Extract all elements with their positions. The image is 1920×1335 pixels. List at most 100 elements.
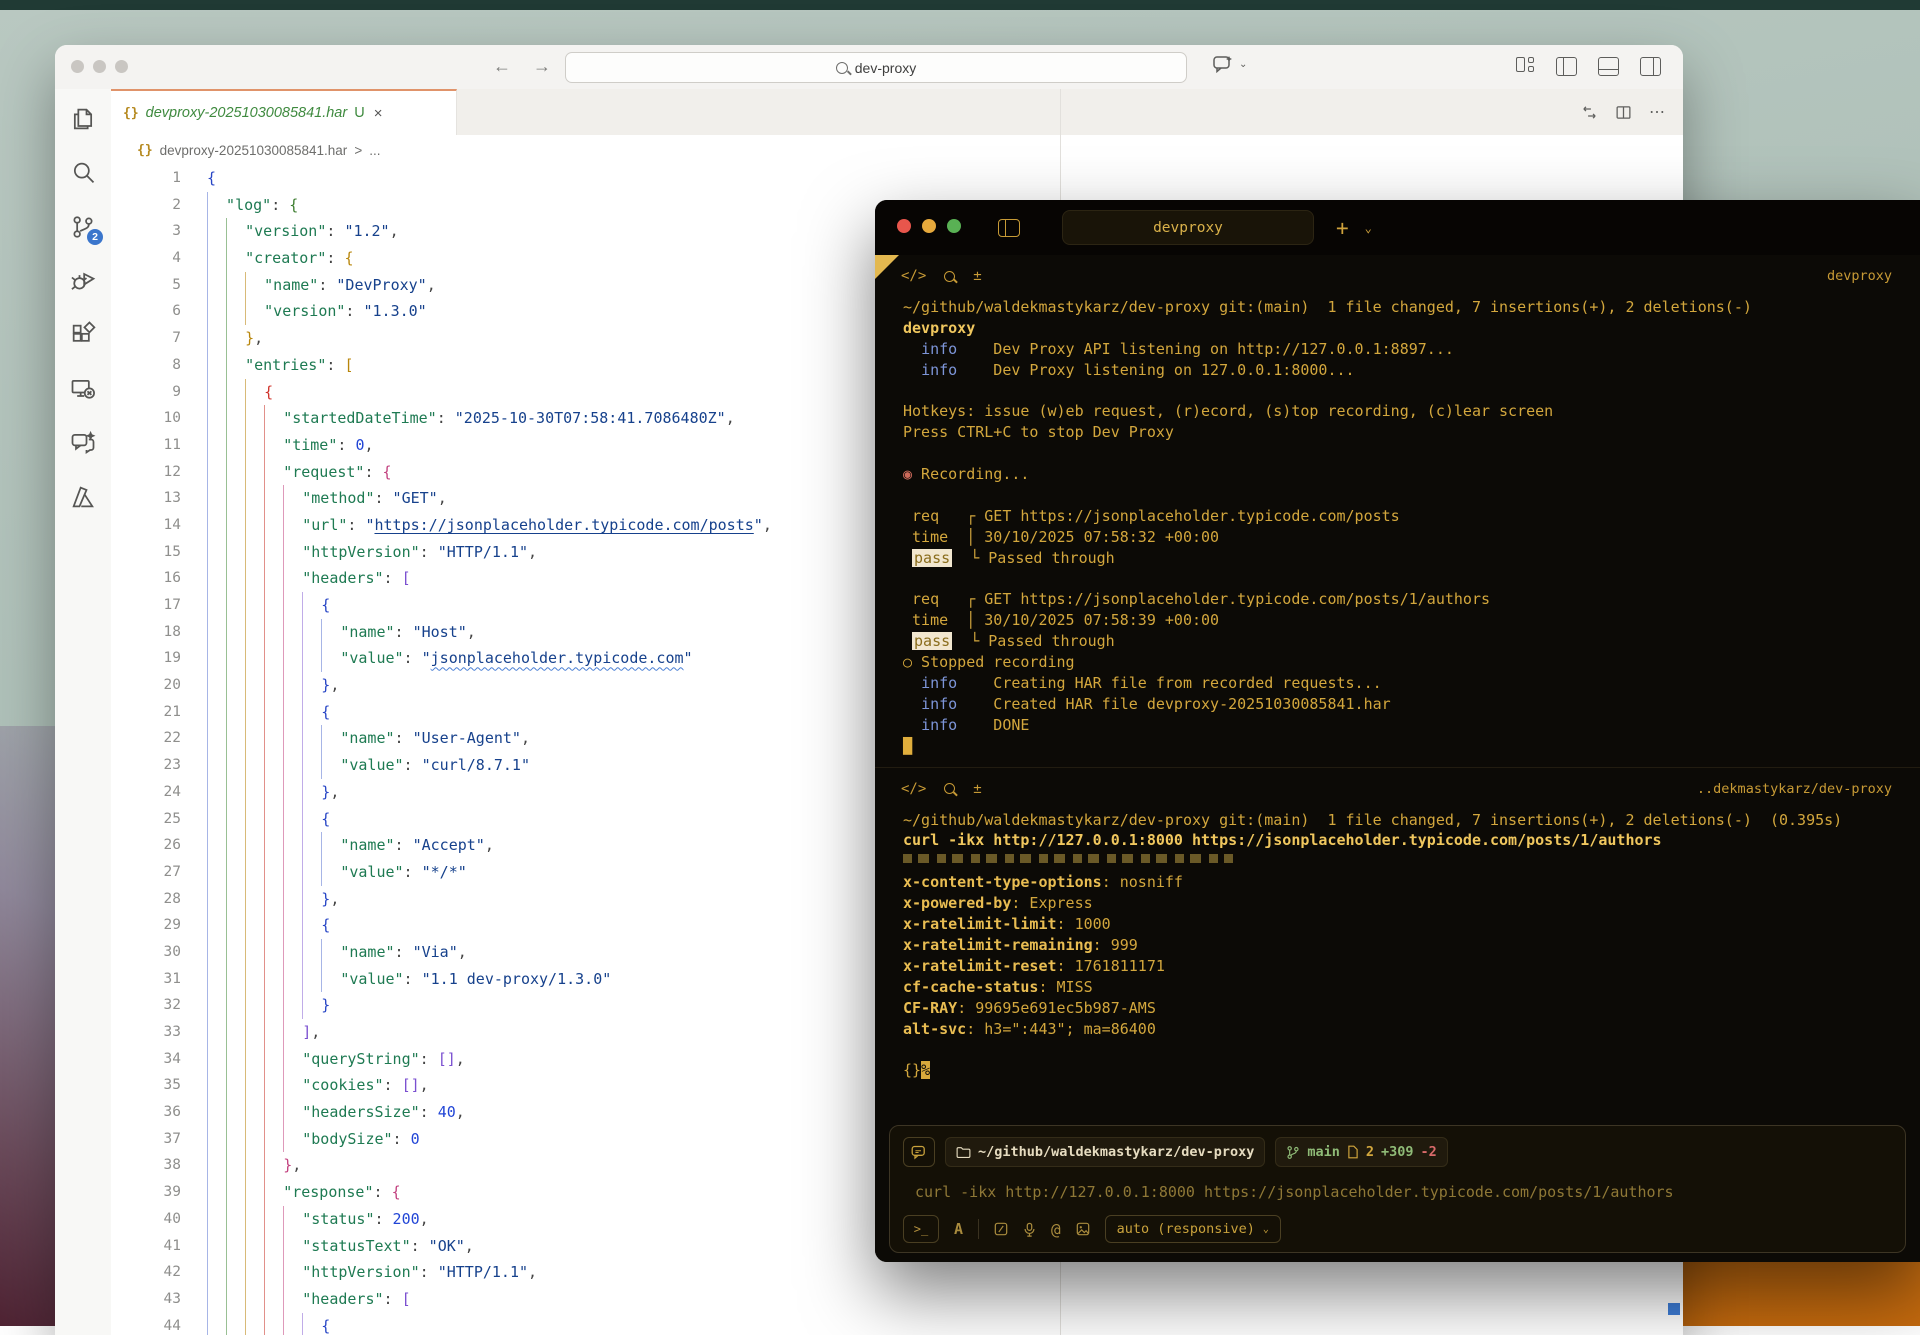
extensions-icon[interactable]	[69, 321, 97, 349]
terminal-text: : 999	[1093, 936, 1138, 954]
terminal-line: Hotkeys: issue (w)eb request, (r)ecord, …	[875, 401, 1920, 422]
working-directory-pill[interactable]: ~/github/waldekmastykarz/dev-proxy	[945, 1137, 1265, 1167]
minimize-window-button[interactable]	[922, 219, 936, 233]
search-sidebar-icon[interactable]	[69, 159, 97, 187]
block-search-icon[interactable]	[944, 783, 955, 794]
scrollbar-thumb[interactable]	[1668, 1303, 1680, 1315]
terminal-text: Recording...	[912, 465, 1029, 483]
line-number: 32	[111, 992, 207, 1019]
indent-guide	[321, 966, 340, 993]
close-window-button[interactable]	[897, 219, 911, 233]
indent-guide	[302, 699, 321, 726]
block-expand-icon[interactable]: ±	[973, 781, 981, 797]
indent-guide	[302, 886, 321, 913]
breadcrumb-more[interactable]: ...	[369, 143, 380, 158]
indent-guide	[226, 272, 245, 299]
code-block-icon[interactable]: </>	[901, 268, 926, 284]
mode-selector[interactable]: auto (responsive) ⌄	[1105, 1215, 1281, 1243]
code-token: {	[321, 596, 330, 614]
code-token: "Host"	[413, 623, 467, 641]
breadcrumb-file[interactable]: devproxy-20251030085841.har	[160, 143, 348, 158]
terminal-text: x-ratelimit-limit	[903, 915, 1057, 933]
code-token: :	[384, 1076, 402, 1094]
navigate-forward-button[interactable]: →	[533, 56, 551, 77]
terminal-line: x-ratelimit-remaining: 999	[875, 935, 1920, 956]
terminal-sidebar-toggle-icon[interactable]	[998, 219, 1020, 237]
indent-guide	[283, 806, 302, 833]
split-editor-icon[interactable]	[1615, 104, 1632, 121]
run-block-icon[interactable]	[994, 1222, 1008, 1236]
source-control-icon[interactable]: 2	[69, 213, 97, 241]
terminal-text: CF-RAY	[903, 999, 957, 1017]
tab-har-file[interactable]: {} devproxy-20251030085841.har U ×	[111, 89, 457, 135]
indent-guide	[264, 672, 283, 699]
command-center-search[interactable]: dev-proxy	[565, 52, 1187, 83]
indent-guide	[264, 1313, 283, 1335]
attach-image-icon[interactable]	[1076, 1222, 1090, 1236]
warp-ai-chat-button[interactable]	[903, 1137, 935, 1167]
block-expand-icon[interactable]: ±	[973, 268, 981, 284]
terminal-tab[interactable]: devproxy	[1062, 210, 1314, 245]
line-number: 36	[111, 1099, 207, 1126]
json-file-icon: {}	[137, 143, 153, 158]
navigate-back-button[interactable]: ←	[493, 56, 511, 77]
code-token: "curl/8.7.1"	[422, 756, 530, 774]
toggle-primary-sidebar-button[interactable]	[1556, 57, 1577, 76]
code-token: "1.1 dev-proxy/1.3.0"	[422, 970, 612, 988]
code-line: 44{	[111, 1313, 1683, 1335]
terminal-window-controls[interactable]	[897, 219, 972, 237]
toggle-panel-button[interactable]	[1598, 57, 1619, 76]
indent-guide	[302, 779, 321, 806]
indent-guide	[264, 405, 283, 432]
prompt-mode-icon[interactable]: >_	[903, 1215, 939, 1243]
copilot-menu[interactable]: ⌄	[1213, 55, 1247, 73]
git-additions: +309	[1381, 1144, 1414, 1160]
zoom-window-button[interactable]	[115, 60, 128, 73]
copilot-chat-sidebar-icon[interactable]	[69, 429, 97, 457]
code-block-icon[interactable]: </>	[901, 781, 926, 797]
microphone-icon[interactable]	[1023, 1222, 1036, 1237]
command-input[interactable]: curl -ikx http://127.0.0.1:8000 https://…	[915, 1183, 1890, 1201]
zoom-window-button[interactable]	[947, 219, 961, 233]
block-header[interactable]: </>±devproxy	[875, 255, 1920, 297]
azure-icon[interactable]	[69, 483, 97, 511]
code-token: "name"	[340, 623, 394, 641]
line-number: 22	[111, 725, 207, 752]
new-tab-button[interactable]: +	[1336, 216, 1349, 240]
terminal-line: info Created HAR file devproxy-202510300…	[875, 694, 1920, 715]
code-token: ,	[485, 836, 494, 854]
terminal-input-panel[interactable]: ~/github/waldekmastykarz/dev-proxy main …	[889, 1125, 1906, 1253]
terminal-line: req ┌ GET https://jsonplaceholder.typico…	[875, 506, 1920, 527]
code-token: :	[384, 1290, 402, 1308]
terminal-body[interactable]: </>±devproxy~/github/waldekmastykarz/dev…	[875, 255, 1920, 1262]
indent-guide	[302, 752, 321, 779]
ai-autocomplete-icon[interactable]: A	[954, 1220, 963, 1238]
block-search-icon[interactable]	[944, 271, 955, 282]
indent-guide	[283, 752, 302, 779]
minimize-window-button[interactable]	[93, 60, 106, 73]
terminal-text: curl -ikx http://127.0.0.1:8000 https://…	[903, 831, 1662, 849]
indent-guide	[226, 699, 245, 726]
explorer-icon[interactable]	[69, 105, 97, 133]
window-controls[interactable]	[71, 60, 137, 78]
close-window-button[interactable]	[71, 60, 84, 73]
run-debug-icon[interactable]	[69, 267, 97, 295]
more-actions-icon[interactable]: ⋯	[1649, 102, 1665, 122]
indent-guide	[226, 966, 245, 993]
customize-layout-button[interactable]	[1516, 57, 1535, 74]
mention-icon[interactable]: @	[1051, 1220, 1061, 1239]
breadcrumb[interactable]: {} devproxy-20251030085841.har > ...	[111, 135, 1683, 165]
indent-guide	[226, 512, 245, 539]
tab-menu-chevron-icon[interactable]: ⌄	[1365, 221, 1372, 235]
close-tab-icon[interactable]: ×	[374, 105, 383, 122]
code-token: [	[344, 356, 353, 374]
code-token: ,	[763, 516, 772, 534]
toggle-secondary-sidebar-button[interactable]	[1640, 57, 1661, 76]
terminal-line: pass └ Passed through	[875, 548, 1920, 569]
remote-explorer-icon[interactable]	[69, 375, 97, 403]
indent-guide	[226, 1206, 245, 1233]
indent-guide	[207, 619, 226, 646]
git-status-pill[interactable]: main 2 +309 -2	[1275, 1137, 1447, 1167]
block-header[interactable]: </>±..dekmastykarz/dev-proxy	[875, 768, 1920, 810]
open-changes-icon[interactable]	[1581, 104, 1598, 121]
